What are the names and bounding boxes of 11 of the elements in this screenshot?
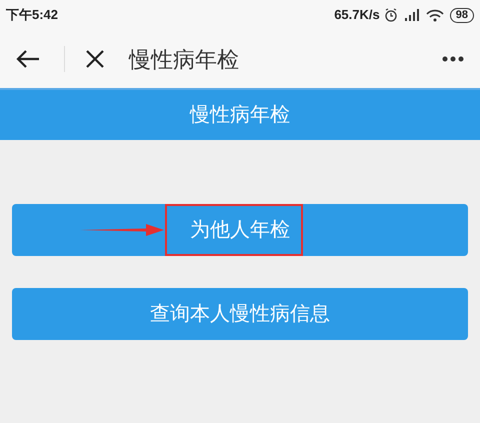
page-title: 慢性病年检	[129, 46, 239, 74]
more-button[interactable]	[440, 54, 466, 64]
signal-icon	[404, 9, 420, 21]
status-time: 下午5:42	[6, 6, 58, 24]
action-button[interactable]: 查询本人慢性病信息	[12, 288, 468, 340]
battery-level: 98	[450, 8, 474, 22]
header-bar: 慢性病年检	[0, 90, 480, 140]
action-button[interactable]: 为他人年检	[12, 204, 468, 256]
network-speed: 65.7K/s	[334, 6, 380, 24]
alarm-icon	[384, 8, 398, 22]
wifi-icon	[426, 8, 444, 22]
